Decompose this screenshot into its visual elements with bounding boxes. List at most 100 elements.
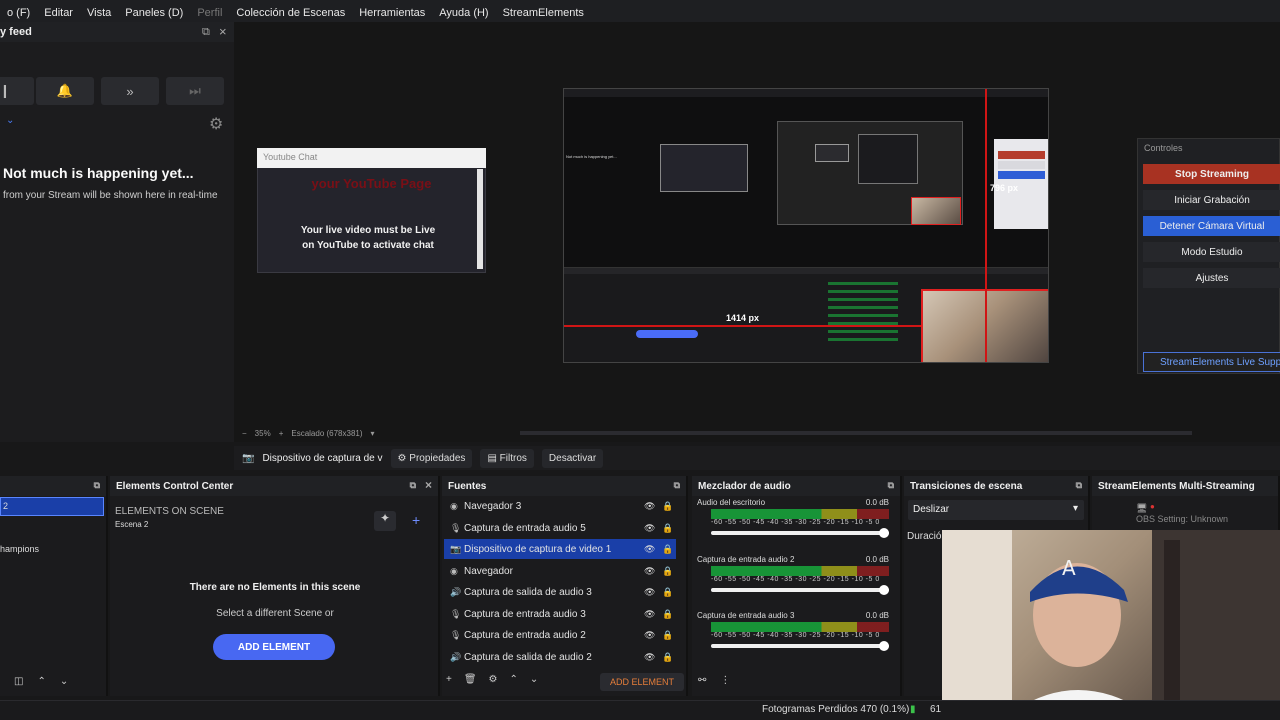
- properties-button[interactable]: ⚙ Propiedades: [390, 448, 473, 468]
- lock-icon[interactable]: 🔒: [662, 566, 673, 577]
- fast-forward-icon[interactable]: »: [101, 77, 159, 105]
- meter-scale: -60 -55 -50 -45 -40 -35 -30 -25 -20 -15 …: [711, 632, 880, 639]
- pause-feed-button[interactable]: ❙: [0, 77, 34, 105]
- scenes-controls: ◫ ⌃ ⌄: [14, 676, 68, 687]
- move-up-icon[interactable]: ⌃: [510, 674, 518, 685]
- magic-icon[interactable]: ✦: [374, 511, 396, 531]
- add-element-mini-button[interactable]: ADD ELEMENT: [600, 673, 684, 691]
- lock-icon[interactable]: 🔒: [662, 523, 673, 534]
- eye-icon[interactable]: 👁: [644, 501, 655, 512]
- trash-icon[interactable]: 🗑: [464, 674, 477, 685]
- sources-title: Fuentes: [448, 480, 487, 492]
- speaker-icon: 🔊: [450, 586, 462, 597]
- channel-db: 0.0 dB: [865, 611, 889, 620]
- move-down-icon[interactable]: ⌄: [60, 676, 68, 687]
- close-icon[interactable]: ×: [219, 24, 227, 39]
- chevron-down-icon[interactable]: ⌄: [6, 115, 14, 126]
- transition-select[interactable]: Deslizar ▾: [908, 500, 1084, 520]
- measure-width: 1414 px: [726, 313, 760, 323]
- controls-title: Controles: [1144, 143, 1183, 153]
- eye-icon[interactable]: 👁: [644, 652, 655, 663]
- float-dock-icon[interactable]: ⧉: [202, 26, 210, 39]
- audio-meter: [711, 509, 889, 519]
- volume-slider[interactable]: [711, 585, 889, 595]
- lock-icon[interactable]: 🔒: [662, 630, 673, 641]
- lock-icon[interactable]: 🔒: [662, 587, 673, 598]
- webcam-feed: A: [942, 530, 1280, 720]
- more-icon[interactable]: ⋮: [720, 675, 730, 686]
- filters-button[interactable]: ▤ Filtros: [480, 448, 534, 468]
- meter-scale: -60 -55 -50 -45 -40 -35 -30 -25 -20 -15 …: [711, 519, 880, 526]
- yt-scrollbar[interactable]: [477, 169, 483, 269]
- channel-name: Audio del escritorio: [697, 498, 766, 507]
- eye-icon[interactable]: 👁: [644, 566, 655, 577]
- lock-icon[interactable]: 🔒: [662, 544, 673, 555]
- horizontal-scrollbar[interactable]: [520, 431, 1192, 435]
- selected-source-name: Dispositivo de captura de v: [262, 452, 383, 464]
- stop-streaming-button[interactable]: Stop Streaming: [1143, 164, 1280, 184]
- zoom-out-icon[interactable]: −: [242, 429, 247, 438]
- multistream-title: StreamElements Multi-Streaming: [1098, 480, 1255, 492]
- audio-meter: [711, 622, 889, 632]
- lock-icon[interactable]: 🔒: [662, 609, 673, 620]
- source-item[interactable]: ◉ Navegador 👁 🔒: [444, 561, 676, 581]
- mixer-channel: Captura de entrada audio 2 0.0 dB -60 -55…: [697, 555, 889, 595]
- speaker-icon: 🔊: [450, 651, 462, 662]
- ecc-title: Elements Control Center: [116, 480, 234, 492]
- scene-item-selected[interactable]: 2: [0, 497, 104, 516]
- skip-icon[interactable]: ⏭: [166, 77, 224, 105]
- source-item[interactable]: 🎙 Captura de entrada audio 5 👁 🔒: [444, 518, 676, 538]
- ecc-section: ELEMENTS ON SCENE: [115, 506, 224, 517]
- chevron-down-icon: ▾: [1072, 503, 1078, 514]
- mixer-title: Mezclador de audio: [698, 480, 791, 492]
- eye-icon[interactable]: 👁: [644, 630, 655, 641]
- source-item[interactable]: 🔊 Captura de salida de audio 3 👁 🔒: [444, 582, 676, 602]
- measure-height: 796 px: [990, 183, 1019, 193]
- lock-icon[interactable]: 🔒: [662, 652, 673, 663]
- add-source-icon[interactable]: +: [446, 674, 452, 685]
- yt-chat-message: Your live video must be Live on YouTube …: [300, 225, 436, 251]
- gear-icon[interactable]: ⚙: [209, 114, 223, 134]
- activity-feed-title: y feed: [0, 26, 32, 38]
- start-recording-button[interactable]: Iniciar Grabación: [1143, 190, 1280, 210]
- scene-item[interactable]: hampions: [0, 544, 39, 554]
- studio-mode-button[interactable]: Modo Estudio: [1143, 242, 1280, 262]
- zoom-in-icon[interactable]: +: [279, 429, 284, 438]
- source-item-selected[interactable]: 📷 Dispositivo de captura de video 1 👁 🔒: [444, 539, 676, 559]
- nested-ytchat: [660, 144, 748, 192]
- se-live-support-link[interactable]: StreamElements Live Suppo: [1143, 352, 1280, 372]
- volume-slider[interactable]: [711, 528, 889, 538]
- eye-icon[interactable]: 👁: [644, 544, 655, 555]
- move-up-icon[interactable]: ⌃: [37, 676, 45, 687]
- channel-db: 0.0 dB: [865, 555, 889, 564]
- source-item[interactable]: 🎙 Captura de entrada audio 2 👁 🔒: [444, 625, 676, 645]
- volume-slider[interactable]: [711, 641, 889, 651]
- lock-icon[interactable]: 🔒: [662, 501, 673, 512]
- deactivate-button[interactable]: Desactivar: [541, 448, 604, 468]
- stop-virtual-cam-button[interactable]: Detener Cámara Virtual: [1143, 216, 1280, 236]
- source-item[interactable]: 🔊 Captura de salida de audio 2 👁 🔒: [444, 647, 676, 667]
- float-dock-icon[interactable]: ⧉: [674, 480, 680, 491]
- source-item[interactable]: 🎙 Captura de entrada audio 3 👁 🔒: [444, 604, 676, 624]
- gear-icon[interactable]: ⚙: [489, 674, 498, 685]
- scale-dropdown-icon[interactable]: ▾: [371, 429, 375, 438]
- add-element-button[interactable]: ADD ELEMENT: [213, 634, 335, 660]
- nested-feed: Not much is happening yet...: [566, 154, 617, 159]
- nested-menubar: [564, 89, 1048, 97]
- scene-filter-icon[interactable]: ◫: [14, 676, 23, 687]
- float-dock-icon[interactable]: ⧉: [94, 480, 100, 491]
- eye-icon[interactable]: 👁: [644, 523, 655, 534]
- link-icon[interactable]: ⚯: [698, 675, 706, 686]
- float-dock-icon[interactable]: ⧉: [410, 480, 416, 491]
- eye-icon[interactable]: 👁: [644, 587, 655, 598]
- settings-button[interactable]: Ajustes: [1143, 268, 1280, 288]
- signal-icon: ▮: [910, 704, 916, 715]
- bell-icon[interactable]: 🔔: [36, 77, 94, 105]
- source-item[interactable]: ◉ Navegador 3 👁 🔒: [444, 496, 676, 516]
- eye-icon[interactable]: 👁: [644, 609, 655, 620]
- float-dock-icon[interactable]: ⧉: [1076, 480, 1082, 491]
- float-dock-icon[interactable]: ⧉: [888, 480, 894, 491]
- move-down-icon[interactable]: ⌄: [530, 674, 538, 685]
- add-icon[interactable]: +: [412, 512, 420, 528]
- close-icon[interactable]: ×: [425, 478, 432, 492]
